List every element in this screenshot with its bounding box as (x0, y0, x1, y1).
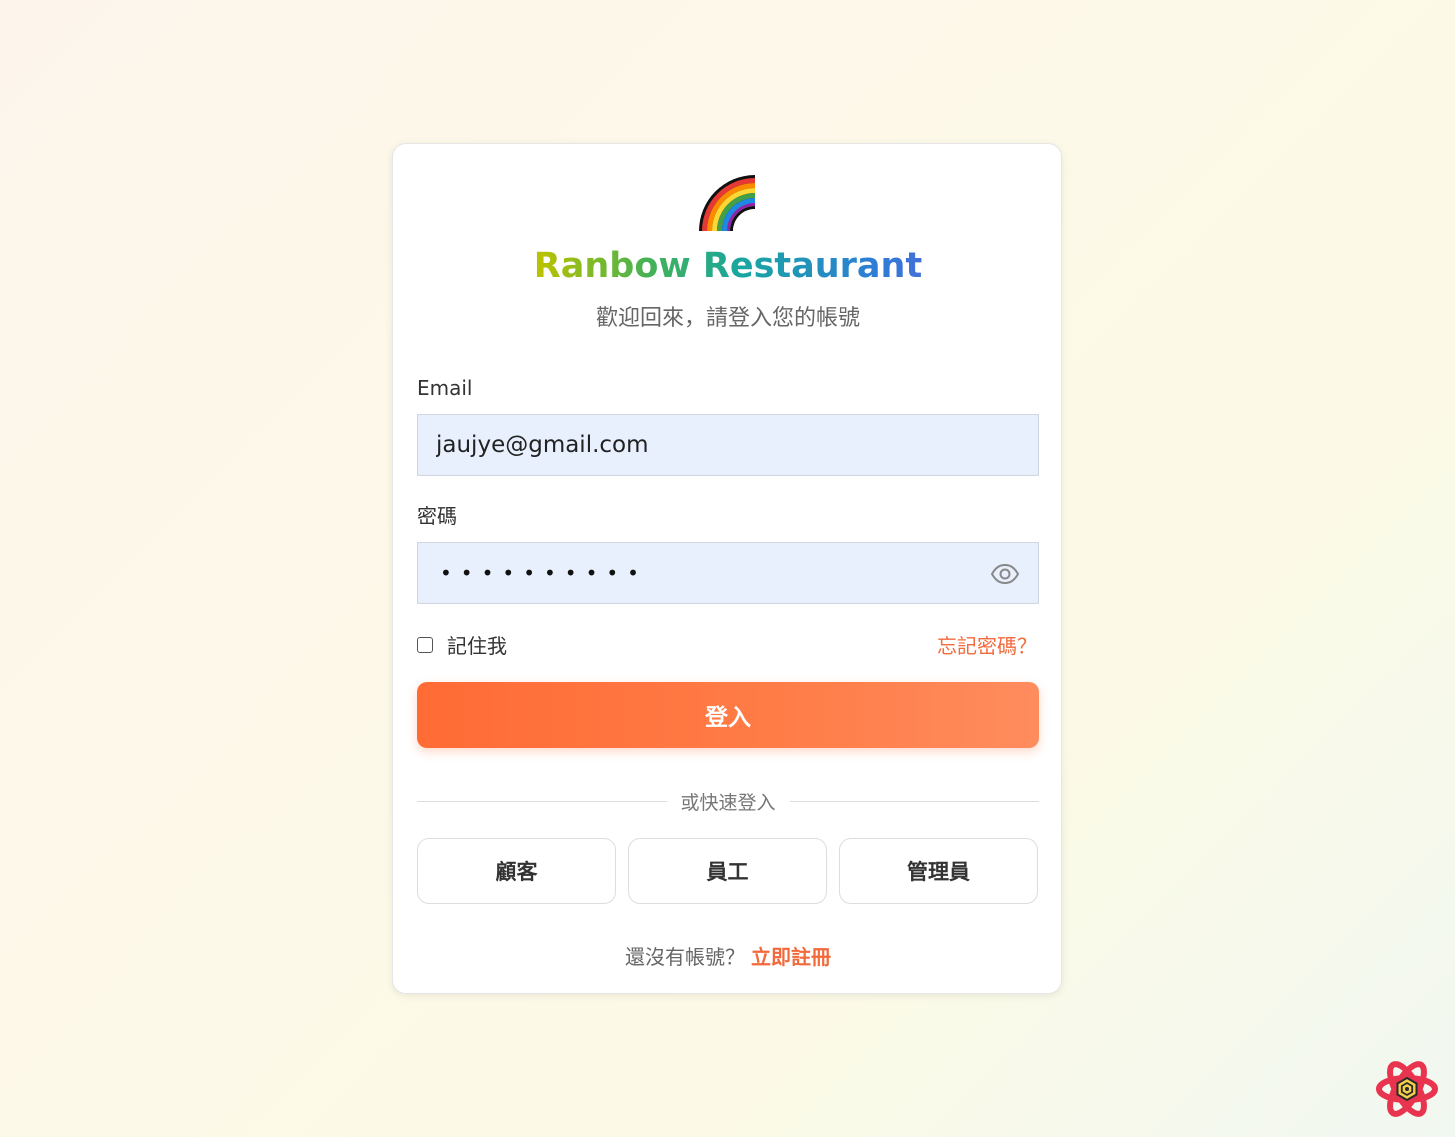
quick-login-admin-button[interactable]: 管理員 (839, 838, 1038, 904)
divider-text: 或快速登入 (680, 791, 776, 814)
remember-checkbox[interactable] (417, 636, 433, 653)
remember-label: 記住我 (447, 634, 507, 658)
welcome-subtitle: 歡迎回來，請登入您的帳號 (595, 306, 860, 331)
password-label: 密碼 (417, 504, 457, 528)
quick-login-staff-button[interactable]: 員工 (628, 838, 827, 904)
rainbow-icon (699, 175, 755, 231)
remember-me[interactable]: 記住我 (417, 630, 507, 659)
divider-line (417, 800, 667, 802)
register-prompt: 還沒有帳號？ 立即註冊 (393, 941, 1063, 970)
email-input[interactable] (417, 414, 1039, 476)
login-card: Ranbow Restaurant 歡迎回來，請登入您的帳號 Email 密碼 … (392, 143, 1062, 994)
login-button[interactable]: 登入 (417, 682, 1039, 748)
quick-login-divider: 或快速登入 (417, 786, 1040, 816)
quick-login-customer-button[interactable]: 顧客 (417, 838, 616, 904)
eye-icon[interactable] (990, 559, 1020, 589)
password-mask: •••••••••• (440, 561, 648, 585)
forgot-password-link[interactable]: 忘記密碼？ (937, 630, 1037, 659)
react-devtools-icon[interactable] (1376, 1058, 1438, 1120)
register-prompt-text: 還沒有帳號？ (625, 945, 745, 969)
divider-line (789, 800, 1040, 802)
email-label: Email (417, 376, 473, 400)
password-input[interactable]: •••••••••• (417, 542, 1039, 604)
register-link[interactable]: 立即註冊 (751, 945, 831, 969)
brand-title: Ranbow Restaurant (393, 242, 1063, 290)
